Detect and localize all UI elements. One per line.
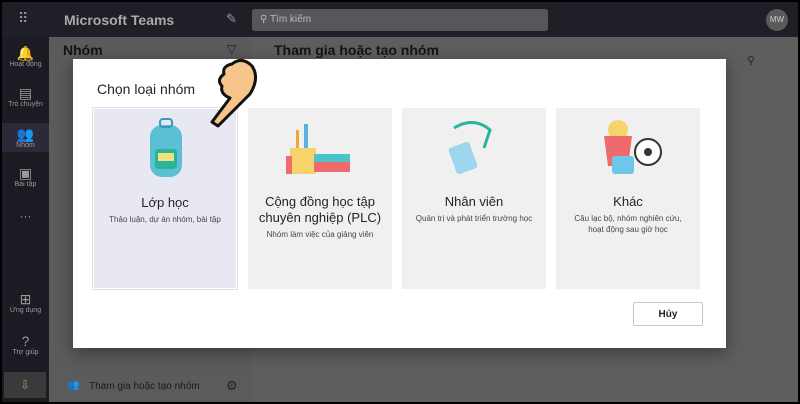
bell-icon: 🔔 bbox=[16, 45, 35, 61]
books-pencils-icon bbox=[248, 108, 392, 188]
rail-item-activity[interactable]: 🔔 Hoạt động bbox=[2, 45, 49, 68]
main-search-icon[interactable]: ⚲ bbox=[747, 54, 755, 67]
avatar[interactable]: MW bbox=[766, 9, 788, 31]
rail-item-assignments[interactable]: ▣ Bài tập bbox=[2, 165, 49, 188]
rail-label: Trò chuyện bbox=[8, 101, 43, 108]
card-desc: Câu lạc bộ, nhóm nghiên cứu, hoạt động s… bbox=[574, 214, 682, 234]
chat-icon: ▤ bbox=[18, 85, 33, 101]
search-placeholder: Tìm kiếm bbox=[269, 14, 312, 25]
app-rail: 🔔 Hoạt động ▤ Trò chuyện 👥 Nhóm ▣ Bài tập ··… bbox=[2, 37, 49, 402]
search-input[interactable]: ⚲ Tìm kiếm bbox=[252, 9, 548, 31]
join-create-link[interactable]: Tham gia hoặc tạo nhóm bbox=[89, 381, 200, 392]
join-create-icon: 👥 bbox=[67, 380, 80, 391]
id-badge-icon bbox=[402, 108, 546, 188]
choose-team-type-dialog: Chọn loại nhóm Lớp học Thảo luận, dự án … bbox=[73, 59, 726, 348]
teams-icon: 👥 bbox=[16, 126, 35, 142]
rail-label: Ứng dụng bbox=[9, 307, 42, 314]
teams-window: ⠿ Microsoft Teams ✎ ⚲ Tìm kiếm MW 🔔 Hoạt … bbox=[2, 2, 798, 402]
main-title: Tham gia hoặc tạo nhóm bbox=[274, 42, 439, 58]
rail-item-chat[interactable]: ▤ Trò chuyện bbox=[2, 85, 49, 108]
app-grid-icon[interactable]: ⠿ bbox=[18, 10, 28, 27]
card-title: Nhân viên bbox=[444, 194, 504, 209]
card-title: Khác bbox=[613, 194, 643, 209]
download-app-icon[interactable]: ⇩ bbox=[4, 372, 46, 398]
filter-icon[interactable]: ▽ bbox=[227, 42, 236, 56]
card-staff[interactable]: Nhân viên Quản trị và phát triển trường … bbox=[402, 108, 546, 289]
card-desc: Thảo luận, dự án nhóm, bài tập bbox=[109, 215, 221, 224]
top-bar: ⠿ Microsoft Teams ✎ ⚲ Tìm kiếm MW bbox=[2, 2, 798, 37]
card-plc[interactable]: Cộng đồng học tập chuyên nghiệp (PLC) Nh… bbox=[248, 108, 392, 289]
card-desc: Nhóm làm việc của giảng viên bbox=[266, 230, 374, 239]
more-icon[interactable]: ··· bbox=[2, 209, 49, 223]
help-icon: ? bbox=[21, 333, 30, 349]
card-title: Lớp học bbox=[141, 195, 189, 210]
rail-label: Bài tập bbox=[14, 181, 37, 188]
cancel-button[interactable]: Hủy bbox=[633, 302, 703, 326]
rail-item-teams[interactable]: 👥 Nhóm bbox=[2, 123, 49, 152]
card-class[interactable]: Lớp học Thảo luận, dự án nhóm, bài tập bbox=[92, 107, 238, 290]
card-other[interactable]: Khác Câu lạc bộ, nhóm nghiên cứu, hoạt đ… bbox=[556, 108, 700, 289]
dialog-title: Chọn loại nhóm bbox=[97, 81, 196, 97]
settings-icon[interactable]: ⚙ bbox=[226, 378, 238, 394]
search-icon: ⚲ bbox=[260, 14, 268, 25]
pane-title: Nhóm bbox=[63, 42, 103, 58]
rail-label: Hoạt động bbox=[9, 61, 42, 68]
card-desc: Quản trị và phát triển trường học bbox=[415, 214, 533, 223]
compose-icon[interactable]: ✎ bbox=[226, 11, 237, 27]
rail-label: Nhóm bbox=[16, 142, 35, 149]
app-title: Microsoft Teams bbox=[64, 12, 175, 28]
rail-item-apps[interactable]: ⊞ Ứng dụng bbox=[2, 291, 49, 314]
rail-label: Trợ giúp bbox=[12, 349, 39, 356]
assignments-icon: ▣ bbox=[18, 165, 33, 181]
pointing-hand-icon bbox=[210, 59, 257, 128]
apps-icon: ⊞ bbox=[19, 291, 32, 307]
card-title: Cộng đồng học tập chuyên nghiệp (PLC) bbox=[258, 194, 382, 225]
popcorn-ball-icon bbox=[556, 108, 700, 188]
rail-item-help[interactable]: ? Trợ giúp bbox=[2, 333, 49, 356]
